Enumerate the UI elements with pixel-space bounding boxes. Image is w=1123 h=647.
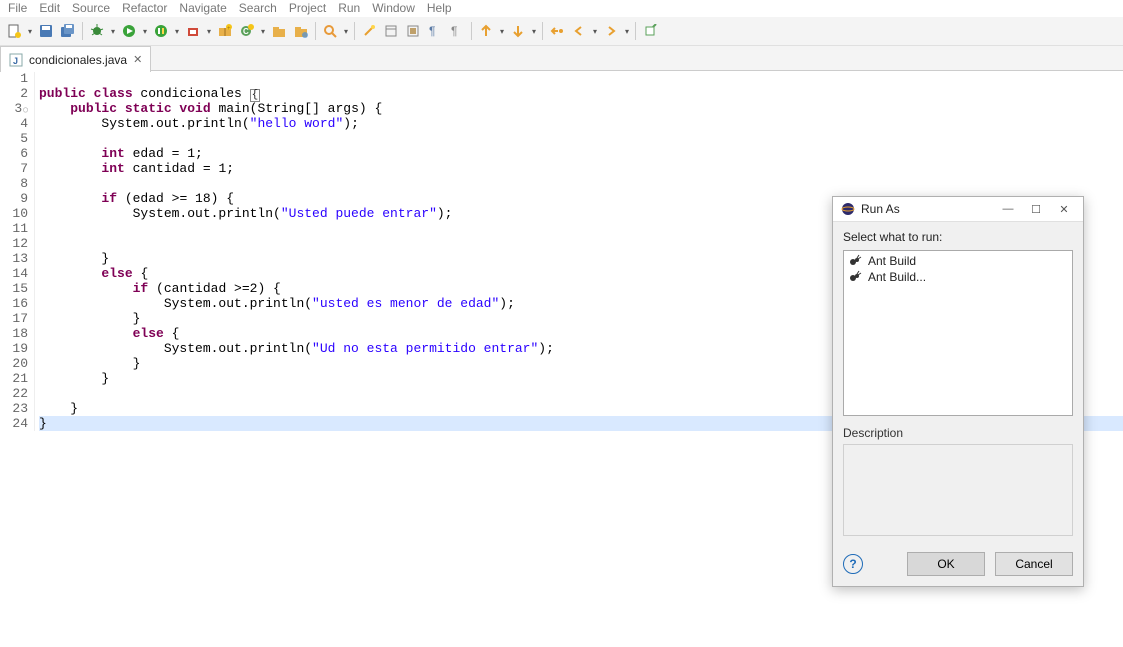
svg-text:J: J — [13, 56, 18, 66]
menu-search[interactable]: Search — [239, 1, 277, 15]
editor-tabs: J condicionales.java ✕ — [0, 46, 1123, 71]
dropdown-icon[interactable]: ▾ — [141, 27, 149, 36]
back-icon[interactable] — [569, 21, 589, 41]
description-box — [843, 444, 1073, 536]
menu-navigate[interactable]: Navigate — [179, 1, 226, 15]
menu-window[interactable]: Window — [372, 1, 415, 15]
dialog-title: Run As — [861, 202, 900, 216]
ok-button[interactable]: OK — [907, 552, 985, 576]
dropdown-icon[interactable]: ▾ — [498, 27, 506, 36]
line-gutter: 123456789101112131415161718192021222324 — [0, 71, 35, 431]
dropdown-icon[interactable]: ▾ — [530, 27, 538, 36]
eclipse-icon — [841, 202, 855, 216]
menu-edit[interactable]: Edit — [39, 1, 60, 15]
java-file-icon: J — [9, 53, 23, 67]
toolbar: ▾ ▾ ▾ ▾ ▾ + C ▾ ▾ ¶ ¶ ▾ ▾ ▾ ▾ — [0, 17, 1123, 46]
menu-run[interactable]: Run — [338, 1, 360, 15]
new-class-icon[interactable]: C — [237, 21, 257, 41]
description-label: Description — [843, 426, 1073, 440]
list-item[interactable]: Ant Build — [846, 253, 1070, 269]
dropdown-icon[interactable]: ▾ — [26, 27, 34, 36]
svg-text:¶: ¶ — [429, 24, 435, 38]
dropdown-icon[interactable]: ▾ — [591, 27, 599, 36]
ant-icon — [848, 254, 862, 268]
svg-text:C: C — [243, 27, 249, 36]
ant-icon — [848, 270, 862, 284]
menu-refactor[interactable]: Refactor — [122, 1, 167, 15]
svg-text:+: + — [227, 26, 231, 32]
dropdown-icon[interactable]: ▾ — [205, 27, 213, 36]
search-icon[interactable] — [320, 21, 340, 41]
pilcrow-icon[interactable]: ¶ — [447, 21, 467, 41]
tab-label: condicionales.java — [29, 53, 127, 67]
coverage-icon[interactable] — [151, 21, 171, 41]
toggle-mark-icon[interactable] — [381, 21, 401, 41]
folder-icon[interactable] — [291, 21, 311, 41]
cancel-button[interactable]: Cancel — [995, 552, 1073, 576]
open-type-icon[interactable] — [269, 21, 289, 41]
new-package-icon[interactable]: + — [215, 21, 235, 41]
close-icon[interactable]: ✕ — [133, 53, 142, 66]
save-all-icon[interactable] — [58, 21, 78, 41]
run-config-list[interactable]: Ant Build Ant Build... — [843, 250, 1073, 416]
dropdown-icon[interactable]: ▾ — [109, 27, 117, 36]
dialog-titlebar[interactable]: Run As — ☐ ✕ — [833, 197, 1083, 222]
svg-text:¶: ¶ — [451, 24, 457, 38]
dropdown-icon[interactable]: ▾ — [259, 27, 267, 36]
menu-source[interactable]: Source — [72, 1, 110, 15]
maximize-icon[interactable]: ☐ — [1025, 203, 1047, 216]
show-whitespace-icon[interactable]: ¶ — [425, 21, 445, 41]
close-icon[interactable]: ✕ — [1053, 203, 1075, 216]
annotation-prev-icon[interactable] — [476, 21, 496, 41]
description-group: Description — [843, 426, 1073, 536]
editor-tab[interactable]: J condicionales.java ✕ — [0, 46, 151, 72]
run-icon[interactable] — [119, 21, 139, 41]
list-item-label: Ant Build... — [868, 270, 926, 284]
new-icon[interactable] — [4, 21, 24, 41]
menu-file[interactable]: File — [8, 1, 27, 15]
menu-project[interactable]: Project — [289, 1, 326, 15]
wand-icon[interactable] — [359, 21, 379, 41]
menu-help[interactable]: Help — [427, 1, 452, 15]
debug-icon[interactable] — [87, 21, 107, 41]
annotation-next-icon[interactable] — [508, 21, 528, 41]
menubar: File Edit Source Refactor Navigate Searc… — [0, 0, 1123, 17]
list-item[interactable]: Ant Build... — [846, 269, 1070, 285]
help-icon[interactable]: ? — [843, 554, 863, 574]
external-tools-icon[interactable] — [183, 21, 203, 41]
minimize-icon[interactable]: — — [997, 203, 1019, 215]
run-as-dialog: Run As — ☐ ✕ Select what to run: Ant Bui… — [832, 196, 1084, 587]
block-select-icon[interactable] — [403, 21, 423, 41]
last-edit-icon[interactable] — [547, 21, 567, 41]
dropdown-icon[interactable]: ▾ — [623, 27, 631, 36]
pin-editor-icon[interactable] — [640, 21, 660, 41]
dialog-label: Select what to run: — [843, 230, 1073, 244]
forward-icon[interactable] — [601, 21, 621, 41]
list-item-label: Ant Build — [868, 254, 916, 268]
dropdown-icon[interactable]: ▾ — [342, 27, 350, 36]
save-icon[interactable] — [36, 21, 56, 41]
dropdown-icon[interactable]: ▾ — [173, 27, 181, 36]
